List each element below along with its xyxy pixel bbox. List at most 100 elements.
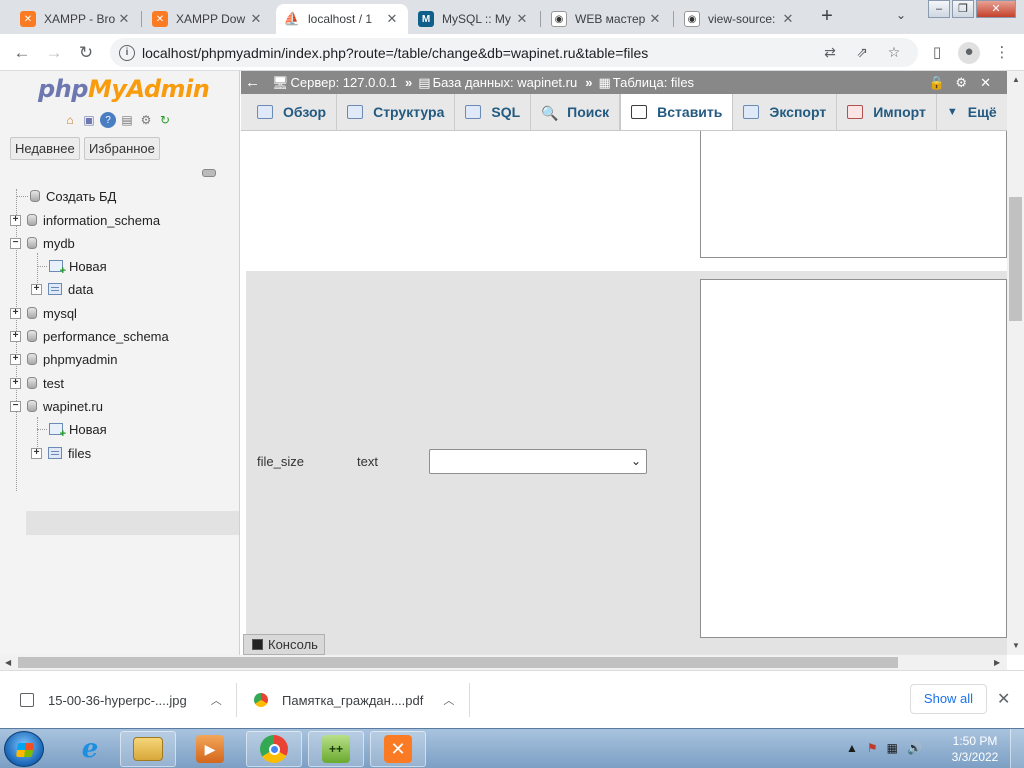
docs-icon[interactable]: ▤ [119,112,135,128]
address-bar[interactable]: i localhost/phpmyadmin/index.php?route=/… [110,38,918,67]
vertical-scrollbar[interactable]: ▲ ▼ [1007,71,1024,655]
tab-import[interactable]: Импорт [837,94,937,130]
tab-browse[interactable]: Обзор [247,94,338,130]
back-arrow-icon[interactable]: ← [10,41,34,65]
close-window-button[interactable]: ✕ [976,0,1016,18]
taskbar-clock[interactable]: 1:50 PM 3/3/2022 [946,733,1004,765]
scroll-right-icon[interactable]: ▶ [994,658,1000,667]
function-select[interactable]: ⌄ [429,449,647,474]
refresh-icon[interactable]: ↻ [157,112,173,128]
tree-item-db[interactable]: − mydb [10,232,75,254]
action-center-icon[interactable]: ⚑ [867,741,878,755]
forward-arrow-icon[interactable]: → [42,41,66,65]
minimize-button[interactable]: – [928,0,950,18]
scrollbar-thumb[interactable] [18,657,898,668]
scroll-up-icon[interactable]: ▲ [1012,75,1020,84]
browser-tab[interactable]: ◉ WEB мастер ✕ [543,4,671,34]
reload-icon[interactable]: ↻ [74,41,98,65]
tree-item-db[interactable]: − wapinet.ru [10,395,103,417]
browser-tab[interactable]: ✕ XAMPP Dow ✕ [144,4,272,34]
scroll-down-icon[interactable]: ▼ [1012,641,1020,650]
share-icon[interactable]: ⇗ [854,44,870,61]
site-info-icon[interactable]: i [119,44,135,61]
tree-item-table[interactable]: + data [31,278,93,300]
link-with-main-panel-icon[interactable] [202,169,216,177]
chevron-up-icon[interactable]: ︿ [443,692,454,708]
tab-favorites[interactable]: Избранное [84,137,160,160]
taskbar-chrome[interactable] [246,731,302,767]
close-tab-icon[interactable]: ✕ [248,11,264,27]
close-tab-icon[interactable]: ✕ [647,11,663,27]
start-button[interactable] [4,731,44,767]
side-panel-icon[interactable]: ▯ [927,43,947,63]
horizontal-scrollbar[interactable]: ◀ ▶ [0,655,1007,670]
tab-search[interactable]: 🔍 Поиск [531,94,621,130]
expand-icon[interactable]: + [10,353,21,365]
logout-icon[interactable]: ▣ [81,112,97,128]
value-textarea[interactable] [700,279,1007,638]
scrollbar-thumb[interactable] [1009,197,1022,321]
tab-search-button[interactable]: ⌄ [896,8,906,22]
collapse-icon[interactable]: ✕ [980,75,991,91]
expand-icon[interactable]: + [31,447,42,459]
tab-insert[interactable]: Вставить [620,94,734,130]
home-icon[interactable]: ⌂ [62,112,78,128]
tree-item-db[interactable]: + test [10,372,64,394]
expand-icon[interactable]: + [31,283,42,295]
tree-item-db[interactable]: + information_schema [10,209,160,231]
show-all-downloads-button[interactable]: Show all [910,684,987,714]
help-icon[interactable]: ? [100,112,116,128]
tree-item-db[interactable]: + phpmyadmin [10,348,117,370]
breadcrumb-database[interactable]: База данных: wapinet.ru [433,75,578,90]
back-arrow-icon[interactable]: ← [245,74,260,91]
tab-structure[interactable]: Структура [337,94,456,130]
address-bar-url[interactable]: localhost/phpmyadmin/index.php?route=/ta… [142,45,822,61]
download-item[interactable]: Памятка_граждан....pdf ︿ [254,683,454,717]
close-icon[interactable]: ✕ [997,689,1010,709]
browser-tab[interactable]: ◉ view-source: ✕ [676,4,804,34]
browser-tab-active[interactable]: ⛵ localhost / 1 ✕ [276,4,408,34]
settings-gear-icon[interactable]: ⚙ [138,112,154,128]
tab-export[interactable]: Экспорт [733,94,838,130]
tree-item-table-selected[interactable]: + files [31,442,91,464]
taskbar-notepad[interactable]: ++ [308,731,364,767]
console-toggle-button[interactable]: Консоль [243,634,325,655]
browser-tab[interactable]: M MySQL :: My ✕ [410,4,538,34]
taskbar-media-player[interactable]: ▶ [182,731,238,767]
volume-icon[interactable]: 🔊 [907,741,922,755]
bookmark-star-icon[interactable]: ☆ [886,44,902,61]
scroll-left-icon[interactable]: ◀ [5,658,11,667]
chevron-up-icon[interactable]: ︿ [211,692,222,708]
close-tab-icon[interactable]: ✕ [780,11,796,27]
close-tab-icon[interactable]: ✕ [384,11,400,27]
browser-tab[interactable]: ✕ XAMPP - Bro ✕ [12,4,140,34]
tree-item-new-table[interactable]: Новая [37,255,107,277]
taskbar-internet-explorer[interactable]: e [62,731,118,767]
phpmyadmin-logo[interactable]: phpMyAdmin [38,75,210,103]
tree-item-new-table[interactable]: Новая [37,418,107,440]
value-textarea[interactable] [700,131,1007,258]
expand-icon[interactable]: + [10,377,21,389]
profile-avatar-icon[interactable]: ● [958,42,980,64]
new-tab-button[interactable]: + [816,6,838,28]
tree-item-db[interactable]: + mysql [10,302,77,324]
tab-more[interactable]: ▼ Ещё [937,94,1008,130]
lock-icon[interactable]: 🔒 [929,75,945,91]
browser-menu-icon[interactable]: ⋮ [992,43,1012,63]
download-item[interactable]: 15-00-36-hyperpc-....jpg ︿ [20,683,222,717]
expand-icon[interactable]: + [10,330,21,342]
tab-sql[interactable]: SQL [455,94,532,130]
taskbar-xampp[interactable]: ✕ [370,731,426,767]
expand-icon[interactable]: + [10,214,21,226]
breadcrumb-table[interactable]: Таблица: files [613,75,694,90]
breadcrumb-server[interactable]: Сервер: 127.0.0.1 [291,75,398,90]
tab-recent[interactable]: Недавнее [10,137,80,160]
collapse-icon[interactable]: − [10,237,21,249]
settings-gear-icon[interactable]: ⚙ [955,75,967,91]
show-desktop-button[interactable] [1010,729,1024,768]
tree-item-create-db[interactable]: Создать БД [16,185,116,207]
maximize-button[interactable]: ❐ [952,0,974,18]
close-tab-icon[interactable]: ✕ [116,11,132,27]
show-hidden-icons-icon[interactable]: ▲ [846,741,858,755]
taskbar-explorer[interactable] [120,731,176,767]
